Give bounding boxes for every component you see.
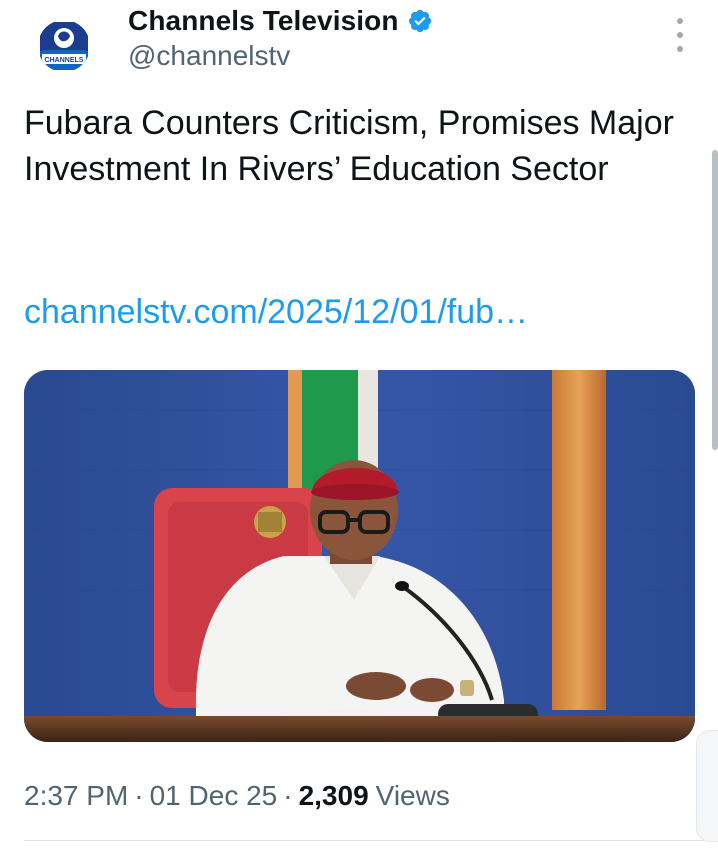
meta-separator: · (134, 780, 144, 811)
post-media-image[interactable] (24, 370, 695, 742)
views-count: 2,309 (298, 780, 369, 811)
more-dot (677, 18, 683, 24)
photo-illustration (24, 370, 695, 742)
post-header: CHANNELS Channels Television @channelstv (24, 0, 704, 90)
post-meta: 2:37 PM · 01 Dec 25 · 2,309 Views (24, 780, 450, 812)
more-vertical-icon[interactable] (672, 18, 688, 52)
more-dot (677, 32, 683, 38)
account-avatar[interactable]: CHANNELS (38, 20, 90, 72)
post-time[interactable]: 2:37 PM (24, 780, 128, 812)
avatar-logo-text: CHANNELS (45, 57, 84, 64)
divider (24, 840, 718, 841)
account-handle[interactable]: @channelstv (128, 40, 290, 72)
scrollbar[interactable] (712, 150, 718, 450)
post-link[interactable]: channelstv.com/2025/12/01/fub… (24, 290, 528, 334)
post-text: Fubara Counters Criticism, Promises Majo… (24, 104, 674, 188)
meta-separator: · (283, 780, 293, 811)
channels-logo-icon: CHANNELS (40, 22, 88, 70)
verified-badge-icon[interactable] (407, 8, 433, 34)
account-display-name[interactable]: Channels Television (128, 5, 399, 37)
views-label: Views (375, 780, 450, 811)
edge-panel-handle[interactable] (696, 730, 718, 842)
more-dot (677, 46, 683, 52)
name-row: Channels Television (128, 2, 433, 40)
post-date[interactable]: 01 Dec 25 (150, 780, 278, 812)
